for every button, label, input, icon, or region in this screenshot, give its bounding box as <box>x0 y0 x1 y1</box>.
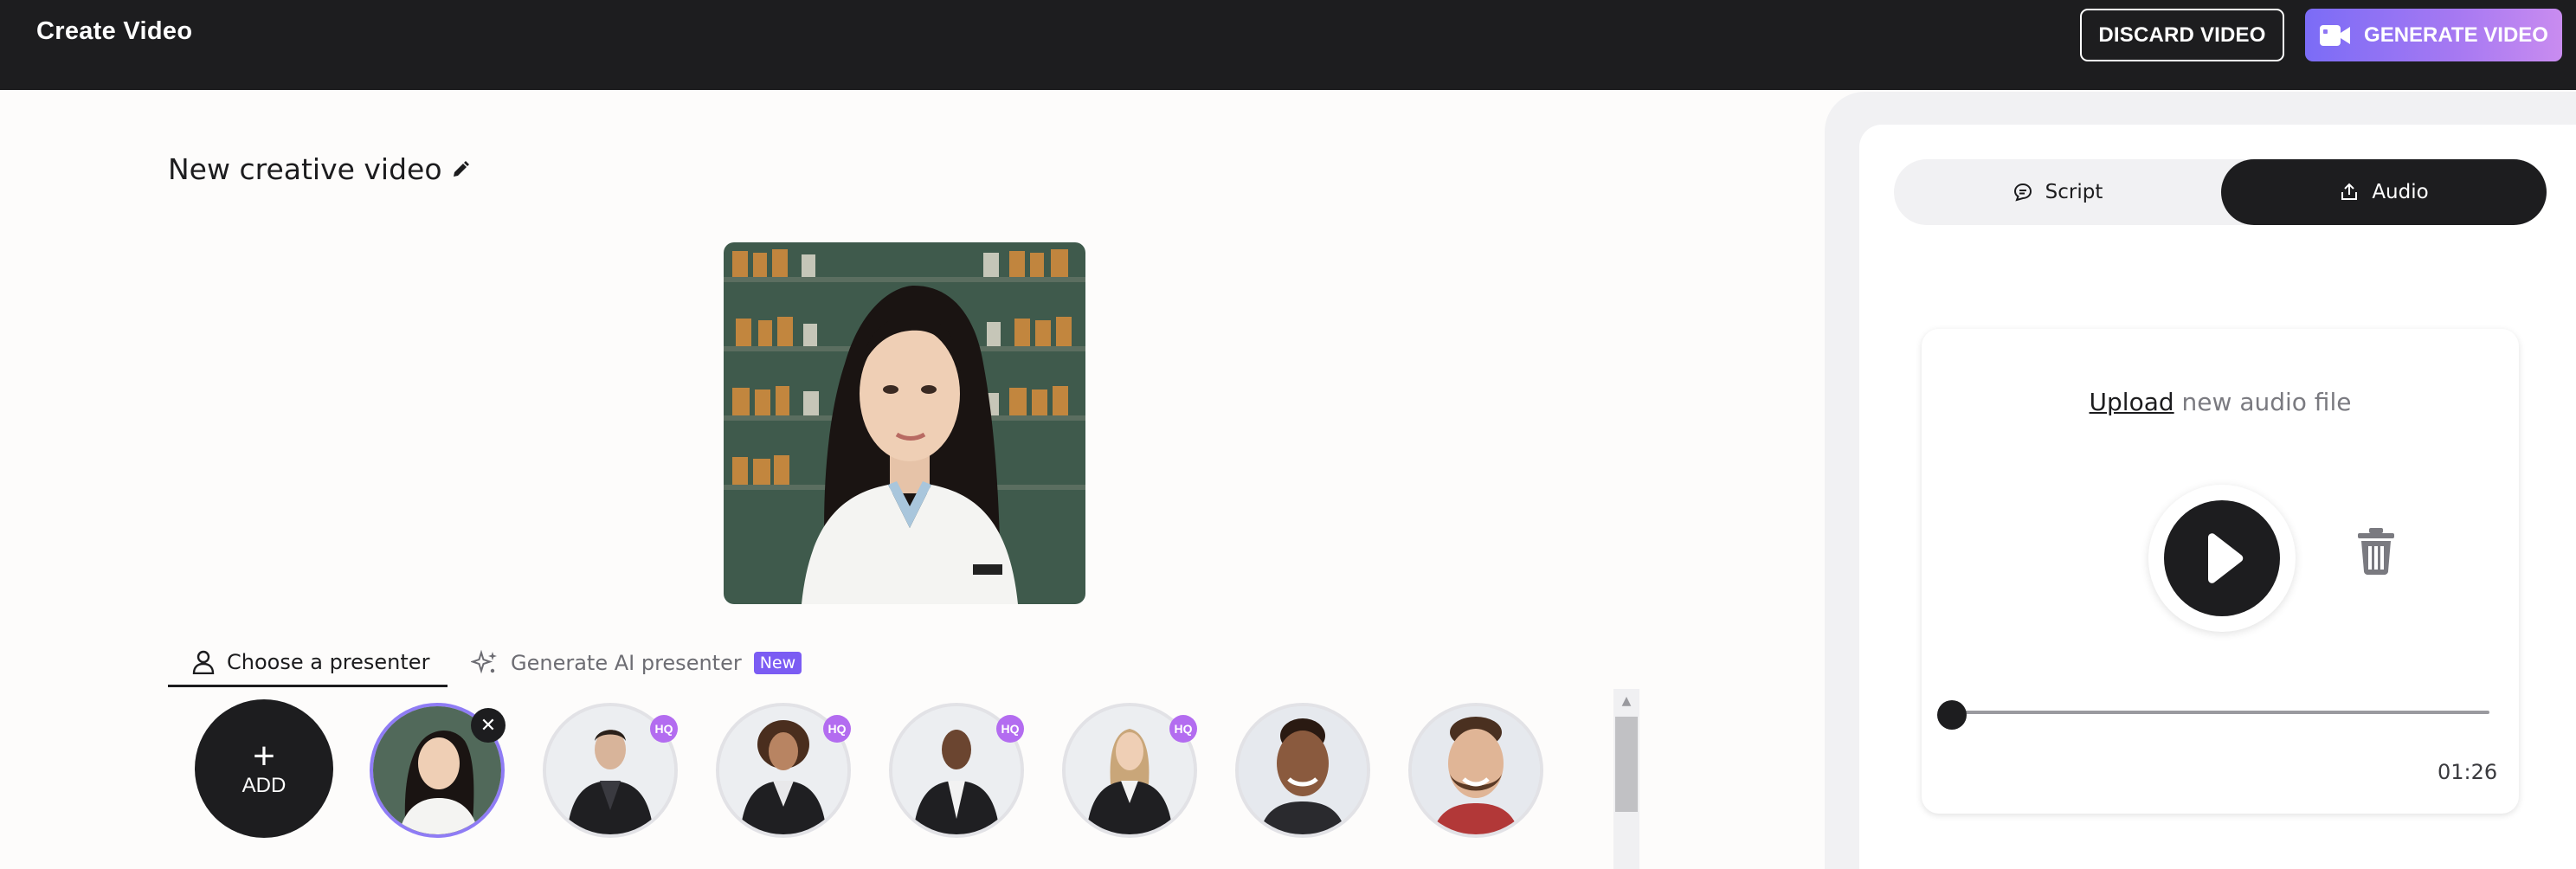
app-title: Create Video <box>36 17 193 45</box>
tab-generate-ai-presenter-label: Generate AI presenter <box>511 651 742 675</box>
pencil-icon[interactable] <box>451 160 470 179</box>
play-icon <box>2208 533 2244 583</box>
scrollbar-thumb[interactable] <box>1615 717 1638 812</box>
upload-icon <box>2341 183 2358 200</box>
chat-bubble-icon <box>2013 183 2032 202</box>
tab-choose-presenter-label: Choose a presenter <box>227 649 430 674</box>
user-icon <box>192 650 215 674</box>
discard-video-button[interactable]: DISCARD VIDEO <box>2080 9 2284 61</box>
scroll-up-arrow-icon[interactable]: ▲ <box>1613 691 1639 711</box>
video-camera-icon <box>2320 24 2351 46</box>
tab-audio[interactable]: Audio <box>2221 159 2547 225</box>
hq-badge: HQ <box>996 715 1024 743</box>
tab-audio-label: Audio <box>2372 181 2429 203</box>
remove-presenter-button[interactable]: ✕ <box>471 708 506 743</box>
generate-video-button[interactable]: GENERATE VIDEO <box>2305 9 2562 61</box>
generate-video-label: GENERATE VIDEO <box>2364 23 2548 47</box>
plus-icon: + <box>253 735 275 777</box>
audio-progress-knob[interactable] <box>1937 700 1967 730</box>
presenter-photo <box>1412 706 1540 834</box>
upload-audio-rest: new audio file <box>2181 388 2352 416</box>
audio-progress-track[interactable] <box>1948 711 2489 714</box>
tab-choose-presenter[interactable]: Choose a presenter <box>168 639 448 687</box>
play-button[interactable] <box>2164 500 2280 616</box>
video-title[interactable]: New creative video <box>168 152 470 186</box>
script-audio-toggle: Script Audio <box>1894 159 2547 225</box>
tab-script-label: Script <box>2045 181 2103 203</box>
hq-badge: HQ <box>650 715 678 743</box>
hq-badge: HQ <box>1169 715 1197 743</box>
presenter-preview <box>724 242 1085 604</box>
play-button-ring <box>2148 485 2296 632</box>
add-presenter-label: ADD <box>242 774 287 797</box>
new-badge: New <box>753 652 802 674</box>
sparkles-icon <box>471 649 497 674</box>
upload-audio-prompt: Upload new audio file <box>1922 388 2519 416</box>
presenter-preview-image <box>724 242 1085 604</box>
tab-script[interactable]: Script <box>1894 159 2221 225</box>
trash-icon[interactable] <box>2356 526 2396 575</box>
video-title-text: New creative video <box>168 152 442 186</box>
close-icon: ✕ <box>480 714 497 737</box>
presenter-photo <box>1239 706 1367 834</box>
presenter-avatar-6[interactable] <box>1235 703 1370 838</box>
tab-generate-ai-presenter[interactable]: Generate AI presenter New <box>471 639 834 687</box>
top-bar: Create Video DISCARD VIDEO GENERATE VIDE… <box>0 0 2576 90</box>
upload-audio-link[interactable]: Upload <box>2090 388 2174 416</box>
add-presenter-button[interactable]: + ADD <box>195 699 333 838</box>
presenter-list: + ADD ✕ HQ HQ HQ HQ <box>168 699 1639 869</box>
hq-badge: HQ <box>823 715 851 743</box>
audio-duration: 01:26 <box>2438 760 2498 784</box>
presenter-list-scrollbar[interactable]: ▲ <box>1613 689 1639 869</box>
audio-card: Upload new audio file 01:26 <box>1922 329 2519 814</box>
presenter-avatar-7[interactable] <box>1408 703 1543 838</box>
